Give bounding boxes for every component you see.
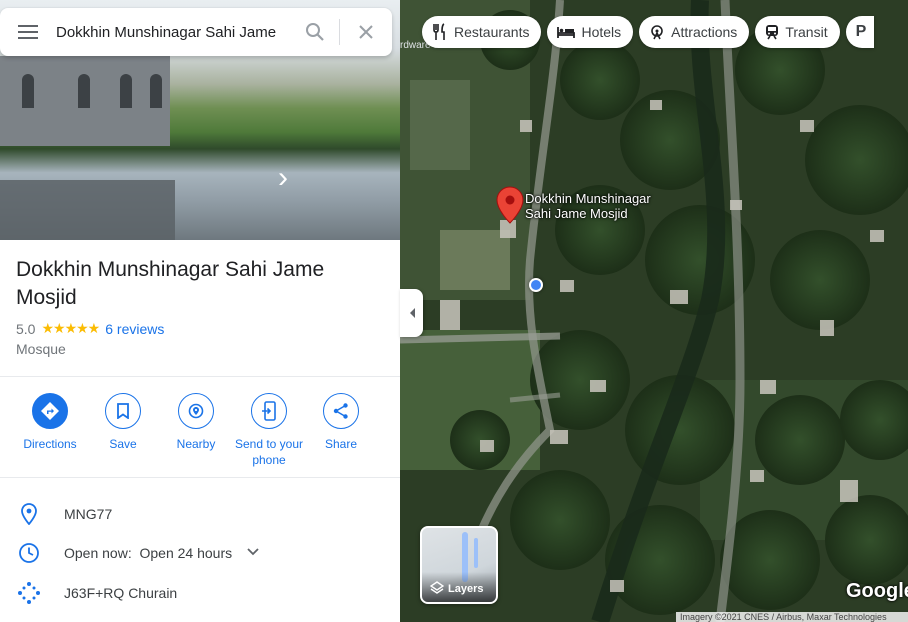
layers-button[interactable]: Layers [420, 526, 498, 604]
place-marker-icon[interactable] [496, 186, 524, 224]
chip-restaurants[interactable]: Restaurants [422, 16, 542, 48]
chip-label: Hotels [581, 24, 622, 40]
place-category[interactable]: Mosque [16, 341, 66, 357]
google-logo: Google [846, 580, 908, 602]
fork-knife-icon [433, 23, 445, 40]
search-button[interactable] [291, 8, 339, 56]
bookmark-icon [117, 403, 129, 419]
chip-label: Restaurants [454, 24, 530, 40]
star-rating-icon: ★★★★★ [41, 320, 100, 336]
attractions-icon [651, 25, 663, 40]
chip-transit[interactable]: Transit [755, 16, 840, 48]
chip-label: Transit [785, 24, 828, 40]
parking-icon: P [855, 23, 867, 40]
address-row[interactable]: MNG77 [0, 494, 400, 534]
hours-expand-button[interactable] [246, 544, 260, 562]
search-input[interactable] [56, 8, 291, 56]
chip-label: Attractions [671, 24, 738, 40]
hours-label: Open now: [64, 545, 132, 561]
location-pin-icon [21, 503, 37, 525]
send-to-phone-icon [262, 401, 276, 421]
place-title: Dokkhin Munshinagar Sahi Jame Mosjid [16, 258, 325, 309]
marker-label-line2: Sahi Jame Mosjid [525, 206, 628, 221]
category-chips: Restaurants Hotels Attractions Transit P [422, 16, 880, 48]
plus-code-text: J63F+RQ Churain [64, 585, 178, 601]
divider [0, 477, 400, 478]
collapse-panel-button[interactable] [400, 289, 423, 337]
action-buttons: Directions Save Nearby Send to your phon… [0, 393, 400, 473]
share-icon [333, 403, 348, 419]
reviews-link[interactable]: 6 reviews [105, 321, 164, 337]
menu-button[interactable] [0, 8, 56, 56]
nearby-button[interactable]: Nearby [154, 393, 238, 452]
layers-label: Layers [448, 583, 484, 595]
divider [0, 376, 400, 377]
bed-icon [557, 27, 576, 38]
save-label: Save [109, 437, 137, 451]
share-button[interactable]: Share [299, 393, 383, 452]
place-panel: › Dokkhin Munshinagar Sahi Jame Mosjid 5… [0, 0, 400, 622]
hours-text: Open now: Open 24 hours [64, 545, 232, 561]
chevron-down-icon [247, 548, 259, 556]
my-location-dot [529, 278, 543, 292]
hamburger-menu-icon [18, 25, 38, 39]
hours-row[interactable]: Open now: Open 24 hours [0, 533, 400, 573]
chip-parking[interactable]: P [845, 16, 875, 48]
search-icon [306, 23, 324, 41]
train-icon [766, 25, 779, 40]
close-icon [359, 25, 373, 39]
chip-hotels[interactable]: Hotels [547, 16, 634, 48]
plus-code-icon [18, 582, 40, 604]
photo-next-arrow-icon[interactable]: › [278, 160, 298, 196]
water-reflection-shape [0, 180, 175, 240]
layers-bar: Layers [422, 572, 496, 602]
marker-label[interactable]: Dokkhin Munshinagar Sahi Jame Mosjid [525, 191, 651, 221]
nearby-label: Nearby [176, 437, 216, 451]
directions-label: Directions [23, 437, 77, 451]
hours-value: Open 24 hours [139, 545, 233, 561]
thumbnail-river-shape [474, 538, 478, 568]
address-text: MNG77 [64, 506, 113, 522]
chevron-left-icon [409, 308, 415, 318]
chip-attractions[interactable]: Attractions [639, 16, 750, 48]
clear-search-button[interactable] [340, 8, 392, 56]
mosque-building-shape [0, 56, 170, 146]
rating-value: 5.0 [16, 320, 36, 337]
directions-icon [41, 402, 59, 420]
rating-row: 5.0 ★★★★★ 6 reviews [16, 320, 164, 337]
save-button[interactable]: Save [81, 393, 165, 452]
clock-icon [19, 543, 39, 563]
directions-button[interactable]: Directions [8, 393, 92, 452]
plus-code-row[interactable]: J63F+RQ Churain [0, 573, 400, 613]
layers-icon [430, 581, 444, 594]
search-box [0, 8, 392, 56]
share-label: Share [324, 437, 358, 451]
nearby-icon [188, 403, 204, 419]
marker-label-line1: Dokkhin Munshinagar [525, 191, 651, 206]
map-attribution[interactable]: Imagery ©2021 CNES / Airbus, Maxar Techn… [676, 612, 908, 622]
